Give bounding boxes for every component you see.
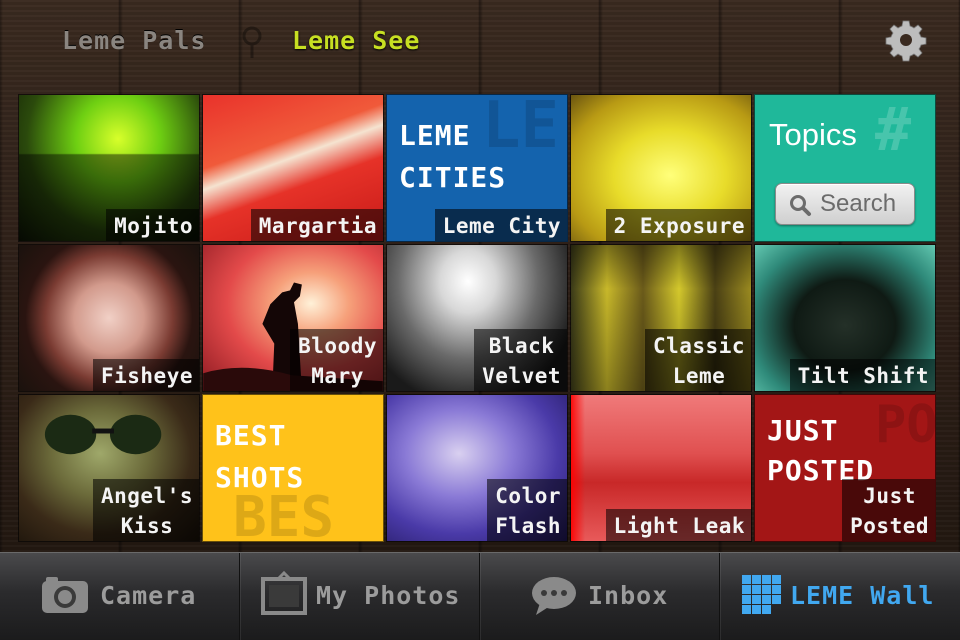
search-icon: [790, 195, 811, 216]
tile-tilt-shift[interactable]: Tilt Shift: [754, 244, 936, 392]
tile-bloody-mary[interactable]: Bloody Mary: [202, 244, 384, 392]
search-label: Search: [820, 190, 897, 217]
tile-angels-kiss[interactable]: Angel's Kiss: [18, 394, 200, 542]
photo-frame-icon: [261, 570, 307, 615]
nav-leme-wall[interactable]: LEME Wall: [720, 553, 960, 640]
tile-label: Classic Leme: [644, 329, 751, 391]
tile-just-posted[interactable]: PO JUST POSTED Just Posted: [754, 394, 936, 542]
tile-heading: BEST SHOTS: [215, 419, 305, 494]
tile-heading: LEME CITIES: [399, 119, 507, 194]
tile-2-exposure[interactable]: 2 Exposure: [570, 94, 752, 242]
tile-black-velvet[interactable]: Black Velvet: [386, 244, 568, 392]
nav-camera[interactable]: Camera: [0, 553, 240, 640]
tile-topics: # Topics Search: [754, 94, 936, 242]
tile-label: 2 Exposure: [605, 209, 751, 241]
speech-bubble-icon: [532, 577, 576, 615]
tile-margartia[interactable]: Margartia: [202, 94, 384, 242]
top-bar: Leme Pals Leme See: [0, 0, 960, 82]
nav-leme-wall-label: LEME Wall: [790, 581, 935, 610]
tile-label: Black Velvet: [474, 329, 567, 391]
tile-label: Just Posted: [842, 479, 935, 541]
filter-grid: Mojito Margartia LE LEME CITIES Leme Cit…: [18, 94, 938, 544]
tile-color-flash[interactable]: Color Flash: [386, 394, 568, 542]
nav-my-photos-label: My Photos: [316, 581, 461, 610]
tab-leme-pals[interactable]: Leme Pals: [62, 24, 206, 58]
tile-label: Angel's Kiss: [92, 479, 199, 541]
tile-fisheye[interactable]: Fisheye: [18, 244, 200, 392]
camera-icon: [42, 577, 88, 613]
grid-icon: [742, 575, 781, 614]
tile-mojito[interactable]: Mojito: [18, 94, 200, 242]
knot-decoration-icon: [242, 26, 262, 58]
tile-label: Margartia: [250, 209, 383, 241]
bottom-tab-bar: Camera My Photos Inbox LEME Wall: [0, 552, 960, 640]
tile-leme-city[interactable]: LE LEME CITIES Leme City: [386, 94, 568, 242]
nav-camera-label: Camera: [100, 581, 197, 610]
tile-label: Mojito: [106, 209, 199, 241]
tile-label: Bloody Mary: [290, 329, 383, 391]
nav-inbox[interactable]: Inbox: [480, 553, 720, 640]
tab-leme-see[interactable]: Leme See: [292, 24, 420, 58]
gear-icon[interactable]: [884, 18, 928, 62]
nav-inbox-label: Inbox: [588, 581, 669, 610]
search-button[interactable]: Search: [775, 183, 915, 225]
tile-label: Tilt Shift: [789, 359, 935, 391]
tile-label: Leme City: [434, 209, 567, 241]
tile-label: Color Flash: [487, 479, 567, 541]
tile-best-shots[interactable]: BES BEST SHOTS: [202, 394, 384, 542]
tile-label: Fisheye: [92, 359, 199, 391]
topics-title: Topics: [769, 117, 857, 152]
tile-label: Light Leak: [605, 509, 751, 541]
watermark-text: #: [875, 95, 912, 165]
tile-classic-leme[interactable]: Classic Leme: [570, 244, 752, 392]
watermark-text: PO: [875, 395, 936, 455]
tile-light-leak[interactable]: Light Leak: [570, 394, 752, 542]
nav-my-photos[interactable]: My Photos: [240, 553, 480, 640]
